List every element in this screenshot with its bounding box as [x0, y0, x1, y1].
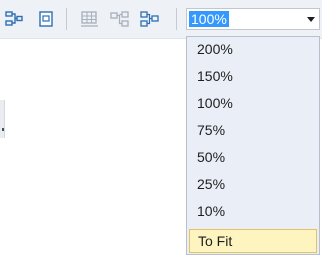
zoom-option-200[interactable]: 200% [189, 37, 317, 61]
toolbar: 100% [0, 0, 322, 39]
zoom-value[interactable]: 100% [189, 11, 229, 27]
layout-icon[interactable] [4, 9, 24, 29]
chevron-down-icon[interactable] [303, 9, 319, 29]
zoom-option-10[interactable]: 10% [189, 199, 317, 223]
zoom-option-75[interactable]: 75% [189, 118, 317, 142]
page-icon[interactable] [36, 9, 56, 29]
zoom-option-100[interactable]: 100% [189, 91, 317, 115]
toolbar-separator [176, 8, 177, 30]
zoom-option-50[interactable]: 50% [189, 145, 317, 169]
zoom-option-25[interactable]: 25% [189, 172, 317, 196]
zoom-option-to-fit[interactable]: To Fit [189, 229, 317, 253]
left-panel-edge [0, 100, 5, 138]
connector-left-icon[interactable] [110, 9, 130, 29]
connector-right-icon[interactable] [140, 9, 160, 29]
zoom-combobox[interactable]: 100% [186, 8, 320, 30]
toolbar-separator [66, 8, 67, 30]
panel-marker [2, 128, 4, 131]
grid-icon[interactable] [80, 9, 100, 29]
zoom-option-150[interactable]: 150% [189, 64, 317, 88]
zoom-dropdown-list: 200% 150% 100% 75% 50% 25% 10% To Fit [186, 36, 320, 255]
